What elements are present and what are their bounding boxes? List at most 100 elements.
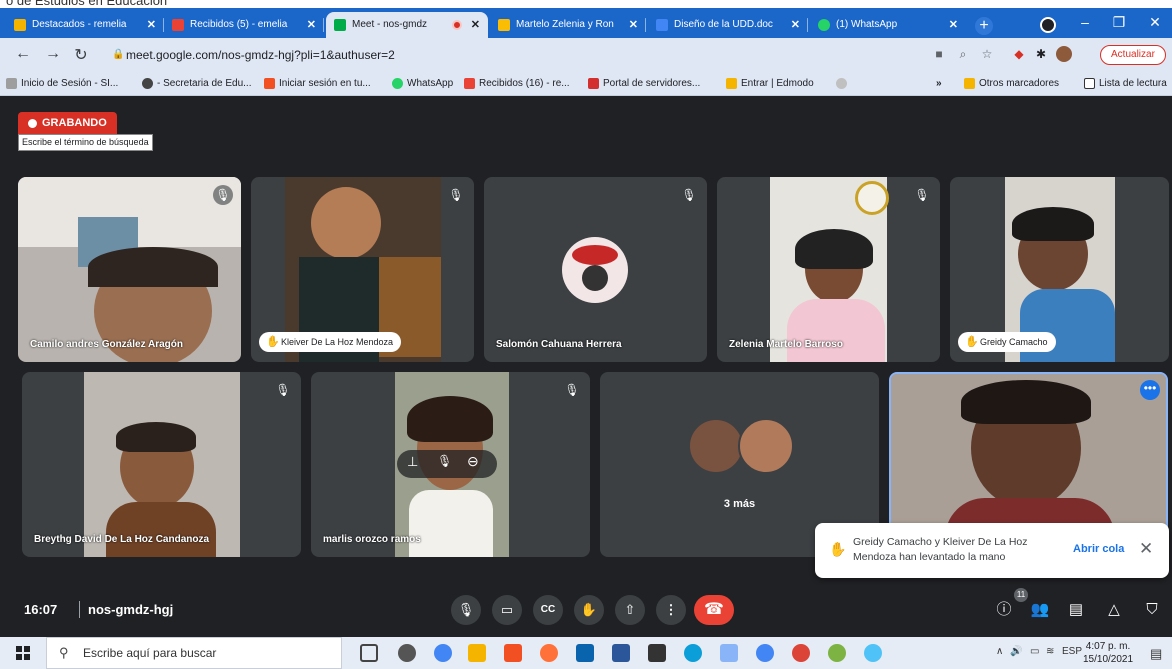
activities-icon[interactable]: △ [1104, 600, 1124, 620]
participant-tile[interactable]: ✋ Greidy Camacho [950, 177, 1169, 362]
battery-icon[interactable]: ▭ [1030, 646, 1039, 657]
address-bar-row: ← → ↻ 🔒 meet.google.com/nos-gmdz-hgj?pli… [0, 38, 1172, 72]
bookmark-item[interactable]: - Secretaria de Edu... [142, 72, 252, 96]
forward-icon[interactable]: → [44, 45, 62, 63]
update-button[interactable]: Actualizar [1100, 45, 1166, 65]
camera-icon[interactable]: ■ [932, 47, 946, 61]
task-view-icon[interactable] [360, 644, 378, 662]
participant-avatar [738, 418, 794, 474]
tab-diseno[interactable]: Diseño de la UDD.doc ✕ [648, 12, 808, 38]
language-indicator[interactable]: ESP [1062, 646, 1082, 657]
bookmark-item[interactable]: Entrar | Edmodo [726, 72, 814, 96]
edmodo-icon [726, 78, 737, 89]
cut-off-heading: o de Estudios en Educación [0, 0, 1172, 8]
host-controls-icon[interactable]: ⛉ [1142, 600, 1162, 620]
bookmark-item[interactable]: Portal de servidores... [588, 72, 700, 96]
people-icon[interactable]: 👥 [1030, 600, 1050, 620]
close-tab-icon[interactable]: ✕ [629, 12, 638, 38]
file-explorer-icon[interactable] [468, 644, 486, 662]
mic-off-icon[interactable]: 🎙 [437, 454, 452, 468]
chrome-icon[interactable] [792, 644, 810, 662]
word-icon[interactable] [612, 644, 630, 662]
tab-whatsapp[interactable]: (1) WhatsApp ✕ [810, 12, 966, 38]
captions-button[interactable]: CC [533, 595, 563, 625]
volume-icon[interactable]: 🔊 [1010, 646, 1022, 657]
puzzle-icon[interactable]: ✱ [1034, 47, 1048, 61]
participant-tile[interactable]: 🎙 Camilo andres González Aragón [18, 177, 241, 362]
more-options-icon[interactable]: ••• [1140, 380, 1160, 400]
windows-start-icon[interactable] [16, 646, 30, 660]
open-queue-button[interactable]: Abrir cola [1073, 543, 1124, 555]
settings-gear-icon[interactable] [398, 644, 416, 662]
chrome-icon[interactable] [756, 644, 774, 662]
pin-icon[interactable]: ⊥ [407, 454, 418, 470]
tray-chevron-icon[interactable]: ∧ [996, 646, 1003, 657]
participant-tile[interactable]: 🎙 Zelenia Martelo Barroso [717, 177, 940, 362]
app-icon[interactable] [720, 644, 738, 662]
notifications-icon[interactable]: ▤ [1150, 646, 1162, 662]
close-tab-icon[interactable]: ✕ [471, 12, 480, 38]
close-tab-icon[interactable]: ✕ [147, 12, 156, 38]
tab-recibidos[interactable]: Recibidos (5) - emelia ✕ [164, 12, 324, 38]
participant-tile[interactable]: 🎙 Salomón Cahuana Herrera [484, 177, 707, 362]
info-icon[interactable]: ⓘ [994, 600, 1014, 620]
raise-hand-button[interactable]: ✋ [574, 595, 604, 625]
participant-avatar [562, 237, 628, 303]
minimize-button[interactable]: – [1070, 14, 1100, 30]
paint-icon[interactable] [828, 644, 846, 662]
meeting-control-bar: 16:07 nos-gmdz-hgj 🎙 ▭ CC ✋ ⇧ ⋮ ☎ ⓘ 11 👥… [0, 585, 1172, 635]
notification-text: Greidy Camacho y Kleiver De La Hoz Mendo… [853, 536, 1028, 563]
microsoft-icon [264, 78, 275, 89]
restore-button[interactable]: ❐ [1104, 14, 1134, 31]
reading-list[interactable]: Lista de lectura [1084, 72, 1167, 96]
other-bookmarks-folder[interactable]: Otros marcadores [964, 72, 1059, 96]
zoom-icon[interactable]: ⌕ [956, 47, 970, 61]
bookmark-item[interactable]: Inicio de Sesión - SI... [6, 72, 118, 96]
participant-tile[interactable]: 🎙 ✋ Kleiver De La Hoz Mendoza [251, 177, 474, 362]
bookmark-star-icon[interactable]: ☆ [980, 47, 994, 61]
participant-tile[interactable]: ⊥ 🎙 ⊖ 🎙 marlis orozco ramos [311, 372, 590, 557]
participant-face [311, 187, 381, 259]
end-call-button[interactable]: ☎ [694, 595, 734, 625]
wall-clock [855, 181, 889, 215]
chat-icon[interactable]: ▤ [1066, 600, 1086, 620]
remove-icon[interactable]: ⊖ [467, 453, 479, 470]
bookmark-icon [6, 78, 17, 89]
onedrive-icon[interactable] [864, 644, 882, 662]
new-tab-button[interactable]: + [975, 17, 993, 35]
system-clock[interactable]: 4:07 p. m. 15/10/2021 [1083, 640, 1133, 666]
profile-circle-icon[interactable] [1040, 17, 1056, 33]
chrome-icon[interactable] [434, 644, 452, 662]
taskbar-search-input[interactable]: ⚲ Escribe aquí para buscar [46, 637, 342, 669]
wifi-icon[interactable]: ≋ [1046, 646, 1054, 657]
present-button[interactable]: ⇧ [615, 595, 645, 625]
participant-tile[interactable]: 🎙 Breythg David De La Hoz Candanoza [22, 372, 301, 557]
reload-icon[interactable]: ↻ [72, 45, 90, 65]
bookmark-item[interactable]: WhatsApp [392, 72, 453, 96]
more-options-button[interactable]: ⋮ [656, 595, 686, 625]
edge-icon[interactable] [684, 644, 702, 662]
bookmark-item[interactable] [836, 72, 847, 96]
bookmark-item[interactable]: Iniciar sesión en tu... [264, 72, 371, 96]
more-bookmarks-icon[interactable]: » [936, 72, 942, 96]
tab-meet[interactable]: Meet - nos-gmdz ✕ [326, 12, 488, 38]
close-tab-icon[interactable]: ✕ [949, 12, 958, 38]
tab-destacados[interactable]: Destacados - remelia ✕ [6, 12, 164, 38]
avatar[interactable] [1056, 46, 1072, 62]
firefox-icon[interactable] [540, 644, 558, 662]
mail-icon[interactable] [576, 644, 594, 662]
bookmark-item[interactable]: Recibidos (16) - re... [464, 72, 570, 96]
camera-button[interactable]: ▭ [492, 595, 522, 625]
close-icon[interactable]: ✕ [1139, 539, 1153, 559]
mic-button[interactable]: 🎙 [451, 595, 481, 625]
store-icon[interactable] [504, 644, 522, 662]
close-window-button[interactable]: ✕ [1140, 14, 1170, 31]
close-tab-icon[interactable]: ✕ [307, 12, 316, 38]
tab-martelo[interactable]: Martelo Zelenia y Ron ✕ [490, 12, 646, 38]
back-icon[interactable]: ← [14, 45, 32, 63]
url-field[interactable]: 🔒 meet.google.com/nos-gmdz-hgj?pli=1&aut… [108, 44, 908, 66]
hand-icon: ✋ [266, 336, 280, 348]
close-tab-icon[interactable]: ✕ [791, 12, 800, 38]
extension-icon[interactable]: ◆ [1012, 47, 1026, 61]
store-bag-icon[interactable] [648, 644, 666, 662]
